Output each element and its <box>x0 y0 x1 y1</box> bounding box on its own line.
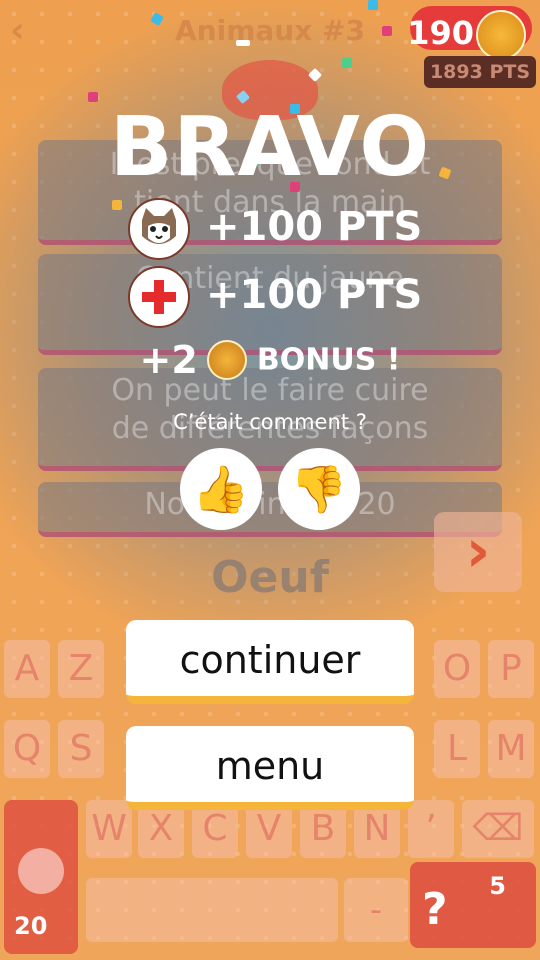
points-badge: 1893 PTS <box>424 56 536 88</box>
reward-text-1: +100 PTS <box>206 204 423 250</box>
cat-avatar-icon <box>128 198 190 260</box>
coin-icon <box>476 10 526 60</box>
coin-icon <box>207 340 248 380</box>
key-w[interactable]: W <box>86 800 132 858</box>
reward-text-2: +100 PTS <box>206 272 423 318</box>
bomb-button[interactable]: 20 <box>4 800 78 954</box>
key-apostrophe[interactable]: ’ <box>408 800 454 858</box>
answer-word: Oeuf <box>211 552 329 603</box>
hint-symbol: ? <box>422 884 448 935</box>
bonus-label: BONUS ! <box>256 342 401 378</box>
thumbs-up-button[interactable]: 👍 <box>180 448 262 530</box>
confetti <box>112 200 122 210</box>
bonus-amount: +2 <box>139 338 198 382</box>
dash-key[interactable]: - <box>344 878 408 942</box>
bomb-icon <box>18 848 64 894</box>
bonus-line: +2 BONUS ! <box>0 338 540 382</box>
key-a[interactable]: A <box>4 640 50 698</box>
coins-value: 190 <box>407 14 474 52</box>
red-cross-icon <box>128 266 190 328</box>
hint-cost: 5 <box>489 872 506 900</box>
confetti <box>236 40 250 46</box>
key-o[interactable]: O <box>434 640 480 698</box>
confetti <box>342 58 352 68</box>
thumbs-down-button[interactable]: 👎 <box>278 448 360 530</box>
key-s[interactable]: S <box>58 720 104 778</box>
bravo-title: BRAVO <box>109 100 431 195</box>
confetti <box>368 0 378 10</box>
confetti <box>382 26 392 36</box>
menu-button[interactable]: menu <box>126 726 414 810</box>
key-m[interactable]: M <box>488 720 534 778</box>
continue-button[interactable]: continuer <box>126 620 414 704</box>
key-l[interactable]: L <box>434 720 480 778</box>
rating-question: C’était comment ? <box>173 410 367 434</box>
space-key[interactable] <box>86 878 338 942</box>
hint-button[interactable]: ? 5 <box>410 862 536 948</box>
key-q[interactable]: Q <box>4 720 50 778</box>
backspace-key[interactable]: ⌫ <box>462 800 534 858</box>
bomb-cost: 20 <box>14 912 48 940</box>
coins-counter[interactable]: 190 <box>407 6 532 60</box>
key-p[interactable]: P <box>488 640 534 698</box>
key-z[interactable]: Z <box>58 640 104 698</box>
hint-card[interactable]: Nouvel indice 20 <box>38 482 502 537</box>
